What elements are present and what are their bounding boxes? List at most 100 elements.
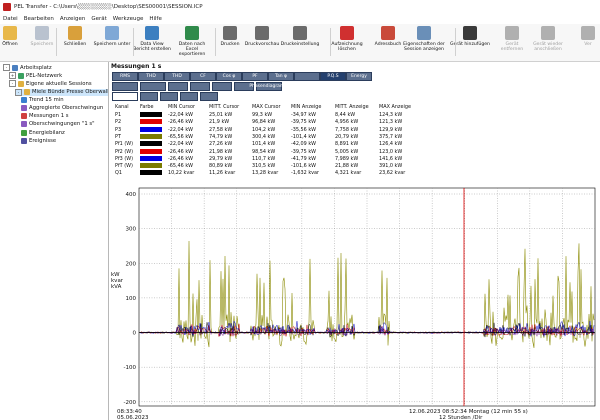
channel-select-0[interactable] — [112, 92, 138, 101]
toolbar-button-15[interactable]: Ver — [580, 26, 596, 47]
channel-tab-0[interactable]: RMS — [112, 72, 138, 81]
menu-werkzeuge[interactable]: Werkzeuge — [110, 16, 147, 22]
table-row[interactable]: Pf3 (W) -26,46 kW 29,79 kW 110,7 kW -41,79 k… — [113, 155, 593, 163]
channel-color-swatch[interactable] — [140, 163, 162, 169]
toolbar-button-0[interactable]: Öffnen — [0, 26, 24, 47]
tree-node[interactable]: Oberschwingungen "1 s" — [21, 121, 95, 128]
cell-mitt-anzeige: 5,005 kW — [335, 148, 359, 155]
channel-select-1[interactable] — [140, 92, 158, 101]
table-row[interactable]: P1 -22,04 kW 25,01 kW 99,3 kW -34,97 kW 8,44 … — [113, 112, 593, 119]
toolbar-button-7[interactable]: Druckvorschau — [245, 26, 279, 47]
table-row[interactable]: P2 -26,46 kW 21,9 kW 96,84 kW -39,75 kW 4,956… — [113, 119, 593, 126]
channel-subtab-1[interactable] — [140, 82, 166, 91]
toolbar-button-11[interactable]: Eigenschaften der Session anzeigen — [401, 26, 447, 52]
tree-node[interactable]: Messungen 1 s — [21, 113, 69, 120]
tree-node[interactable]: Aggregierte Oberschwingun — [21, 105, 103, 111]
reconnect-device-icon — [541, 26, 555, 40]
channel-tab-9[interactable]: Energy — [346, 72, 372, 81]
collapse-icon[interactable]: - — [9, 80, 16, 88]
channel-color-swatch[interactable] — [140, 119, 162, 125]
tree-node[interactable]: Energiebilanz — [21, 129, 65, 136]
toolbar-button-label: Öffnen — [2, 42, 18, 47]
toolbar-button-10[interactable]: Adressbuch — [372, 26, 404, 47]
tree-node[interactable]: Ereignisse — [21, 137, 56, 144]
toolbar-button-2[interactable]: Schließen — [60, 26, 90, 47]
trend-icon — [21, 96, 27, 103]
channel-select-2[interactable] — [160, 92, 178, 101]
toolbar-button-8[interactable]: Druckeinstellung — [280, 26, 320, 47]
tree-node[interactable]: - Arbeitsplatz — [3, 64, 52, 71]
measure-icon — [21, 113, 27, 120]
channel-subtab-2[interactable] — [168, 82, 188, 91]
channel-color-swatch[interactable] — [140, 133, 162, 139]
collapse-icon[interactable]: - — [15, 88, 22, 96]
tree-node[interactable]: - Eigene aktuelle Sessions — [9, 80, 92, 88]
toolbar-button-3[interactable]: Speichern unter — [93, 26, 131, 47]
table-row[interactable]: Pf1 (W) -22,04 kW 27,26 kW 101,4 kW -42,09 k… — [113, 141, 593, 148]
channel-tab-2[interactable]: THD — [164, 72, 190, 81]
channel-color-swatch[interactable] — [140, 126, 162, 132]
channel-select-3[interactable] — [180, 92, 198, 101]
report-icon — [145, 26, 159, 40]
channel-tab-1[interactable]: THD — [138, 72, 164, 81]
toolbar-button-1[interactable]: Speichern — [27, 26, 57, 47]
cell-max-anzeige: 124,3 kW — [379, 112, 403, 118]
channel-color-swatch[interactable] — [140, 155, 162, 161]
cell-mitt-anzeige: 4,321 kvar — [335, 170, 362, 177]
cell-min-cursor: -26,46 kW — [168, 148, 193, 155]
toolbar-button-13[interactable]: Gerät entfernen — [494, 26, 530, 52]
cell-max-cursor: 98,54 kW — [252, 148, 276, 155]
toolbar-button-6[interactable]: Drucken — [217, 26, 243, 47]
tree-node[interactable]: Trend 15 min — [21, 96, 64, 103]
channel-tab-4[interactable]: Cos φ — [216, 72, 242, 81]
channel-color-swatch[interactable] — [140, 148, 162, 154]
tree-node-label: Arbeitsplatz — [20, 64, 52, 71]
channel-color-swatch[interactable] — [140, 141, 162, 147]
channel-tab-5[interactable]: PF — [242, 72, 268, 81]
channel-tab-8[interactable]: P.Q.S — [320, 72, 346, 81]
expand-icon[interactable]: + — [9, 72, 16, 80]
channel-tab-6[interactable]: Tan φ — [268, 72, 294, 81]
table-row[interactable]: Q1 10,22 kvar 11,26 kvar 13,28 kvar -1,632 k… — [113, 170, 593, 177]
title-bar: PEL Transfer - C:\Users\░░░░░░░░\Desktop… — [0, 0, 600, 13]
channel-subtab-3[interactable] — [190, 82, 210, 91]
toolbar-separator — [455, 28, 456, 56]
toolbar-button-label: Data View Bericht erstellen — [133, 42, 171, 52]
channel-tab-7[interactable] — [294, 72, 320, 81]
harmonics-icon — [21, 105, 27, 111]
channel-tab-3[interactable]: CF — [190, 72, 216, 81]
channel-select-4[interactable] — [200, 92, 218, 101]
cell-max-cursor: 110,7 kW — [252, 155, 276, 162]
cell-max-anzeige: 129,9 kW — [379, 126, 403, 133]
menu-anzeigen[interactable]: Anzeigen — [57, 16, 88, 22]
tree-node[interactable]: + PEL-Netzwerk — [9, 72, 62, 80]
channel-color-swatch[interactable] — [140, 170, 162, 176]
tree-node[interactable]: - Miele Bünde Presse Oberwallen1 — [15, 88, 108, 96]
app-icon — [3, 2, 11, 11]
trend-graph[interactable]: 4003002001000-100-200kWkvarkVA08:33:4005… — [109, 184, 600, 420]
cell-min-cursor: -22,04 kW — [168, 126, 193, 133]
table-header: Kanal Farbe MIN Cursor MITT. Cursor MAX Curs… — [113, 104, 593, 111]
menu-hilfe[interactable]: Hilfe — [146, 16, 165, 22]
tree-node-label: Energiebilanz — [29, 129, 65, 136]
menu-datei[interactable]: Datei — [0, 16, 21, 22]
y-tick-label: 0 — [133, 331, 137, 337]
toolbar-button-5[interactable]: Daten nach Excel exportieren — [172, 26, 212, 57]
menu-bearbeiten[interactable]: Bearbeiten — [21, 16, 57, 22]
cell-min-cursor: -26,46 kW — [168, 119, 193, 126]
table-row[interactable]: P3 -22,04 kW 27,58 kW 104,2 kW -35,56 kW 7,75… — [113, 126, 593, 134]
collapse-icon[interactable]: - — [3, 64, 10, 71]
table-row[interactable]: Pf2 (W) -26,46 kW 21,98 kW 98,54 kW -39,75 k… — [113, 148, 593, 156]
channel-color-swatch[interactable] — [140, 112, 162, 117]
channel-name: P3 — [115, 126, 122, 133]
table-row[interactable]: PfT (W) -65,46 kW 80,89 kW 310,5 kW -101,6 k… — [113, 163, 593, 170]
menu-geraet[interactable]: Gerät — [88, 16, 109, 22]
channel-subtab-0[interactable] — [112, 82, 138, 91]
channel-subtab-4[interactable] — [212, 82, 232, 91]
toolbar-button-14[interactable]: Gerät wieder anschließen — [529, 26, 567, 52]
channel-subtab-6[interactable]: Phasendiagramm — [249, 82, 289, 91]
folder-icon — [3, 26, 17, 40]
toolbar-button-4[interactable]: Data View Bericht erstellen — [132, 26, 172, 52]
cell-max-anzeige: 126,4 kW — [379, 141, 403, 148]
table-row[interactable]: PT -65,56 kW 74,79 kW 300,4 kW -101,4 kW 20,7… — [113, 133, 593, 141]
